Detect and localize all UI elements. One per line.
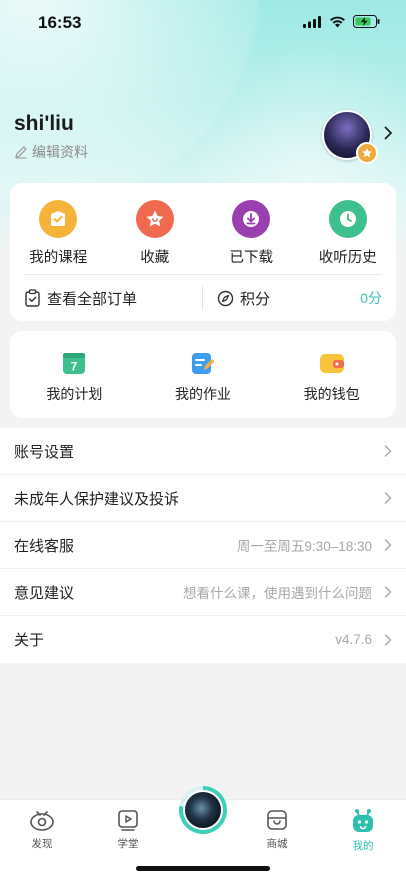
tab-label: 学堂 <box>117 838 139 850</box>
homework-icon <box>192 353 215 374</box>
home-indicator <box>136 866 270 871</box>
clock-icon <box>328 200 367 238</box>
my-homework-button[interactable]: 我的作业 <box>139 351 268 404</box>
listen-history-label: 收听历史 <box>318 250 377 266</box>
menu-label: 未成年人保护建议及投诉 <box>14 490 180 508</box>
tools-card: 7 我的计划 我的作业 我的钱包 <box>10 331 396 418</box>
all-orders-label: 查看全部订单 <box>47 290 138 308</box>
tab-label: 发现 <box>31 838 53 850</box>
listen-history-button[interactable]: 收听历史 <box>300 200 397 267</box>
chevron-right-icon <box>384 492 392 504</box>
avatar[interactable] <box>322 110 378 164</box>
edit-profile-link[interactable]: 编辑资料 <box>14 142 88 162</box>
signal-icon <box>303 15 321 28</box>
points-value: 0分 <box>360 290 382 306</box>
menu-value: 周一至周五9:30–18:30 <box>236 539 372 554</box>
tab-label: 商城 <box>266 838 288 850</box>
account-settings-row[interactable]: 账号设置 <box>0 428 406 475</box>
mascot-icon <box>353 809 373 832</box>
wifi-icon <box>330 16 345 27</box>
star-icon <box>135 200 174 238</box>
my-plan-button[interactable]: 7 我的计划 <box>10 351 139 404</box>
play-box-icon <box>118 810 138 831</box>
username: shi'liu <box>14 112 74 135</box>
downloaded-label: 已下载 <box>229 250 274 266</box>
vip-badge-icon <box>356 142 378 164</box>
tab-mall[interactable]: 商城 <box>247 808 307 851</box>
chevron-right-icon <box>384 445 392 457</box>
tab-label: 我的 <box>352 840 374 852</box>
store-icon <box>267 810 287 830</box>
battery-charging-icon <box>353 15 380 28</box>
my-plan-label: 我的计划 <box>46 386 103 402</box>
status-time: 16:53 <box>38 13 82 32</box>
favorites-label: 收藏 <box>140 250 170 266</box>
chevron-right-icon <box>384 586 392 598</box>
clipboard-icon <box>25 289 40 307</box>
my-wallet-label: 我的钱包 <box>303 386 360 402</box>
menu-value: v4.7.6 <box>335 632 372 647</box>
menu-label: 在线客服 <box>14 537 75 555</box>
chevron-right-icon[interactable] <box>384 126 393 140</box>
chevron-right-icon <box>384 633 392 646</box>
feedback-row[interactable]: 意见建议 想看什么课，使用遇到什么问题 <box>0 569 406 616</box>
settings-menu: 账号设置 未成年人保护建议及投诉 在线客服 周一至周五9:30–18:30 意见… <box>0 428 406 663</box>
my-homework-label: 我的作业 <box>175 386 231 402</box>
points-label: 积分 <box>240 290 271 308</box>
course-icon <box>39 200 78 238</box>
album-cover <box>183 790 223 830</box>
menu-label: 账号设置 <box>14 443 75 461</box>
eye-icon <box>30 811 54 831</box>
menu-label: 关于 <box>14 632 45 649</box>
edit-profile-label: 编辑资料 <box>32 144 88 160</box>
now-playing-disc[interactable] <box>179 786 227 834</box>
tab-discover[interactable]: 发现 <box>12 808 72 851</box>
minor-protection-row[interactable]: 未成年人保护建议及投诉 <box>0 475 406 522</box>
menu-value: 想看什么课，使用遇到什么问题 <box>183 586 372 601</box>
my-courses-button[interactable]: 我的课程 <box>10 200 107 267</box>
points-button[interactable]: 积分 0分 <box>203 288 396 309</box>
my-courses-label: 我的课程 <box>29 250 88 266</box>
downloaded-button[interactable]: 已下载 <box>203 200 300 267</box>
profile-info[interactable]: shi'liu 编辑资料 <box>14 112 88 162</box>
svg-text:7: 7 <box>71 360 78 374</box>
my-wallet-button[interactable]: 我的钱包 <box>267 351 396 404</box>
pencil-icon <box>15 146 27 159</box>
compass-icon <box>217 290 234 306</box>
status-bar: 16:53 <box>0 0 406 46</box>
all-orders-button[interactable]: 查看全部订单 <box>10 288 202 309</box>
quick-actions-card: 我的课程 收藏 已下载 收听历史 查看全部订单 积分 0分 <box>10 183 396 321</box>
tab-school[interactable]: 学堂 <box>98 808 158 851</box>
tab-me[interactable]: 我的 <box>333 808 393 853</box>
download-icon <box>232 200 271 238</box>
about-row[interactable]: 关于 v4.7.6 <box>0 616 406 663</box>
favorites-button[interactable]: 收藏 <box>107 200 204 267</box>
wallet-icon <box>319 354 344 373</box>
menu-label: 意见建议 <box>14 584 75 602</box>
calendar-icon: 7 <box>63 353 86 374</box>
customer-service-row[interactable]: 在线客服 周一至周五9:30–18:30 <box>0 522 406 569</box>
chevron-right-icon <box>384 539 392 551</box>
